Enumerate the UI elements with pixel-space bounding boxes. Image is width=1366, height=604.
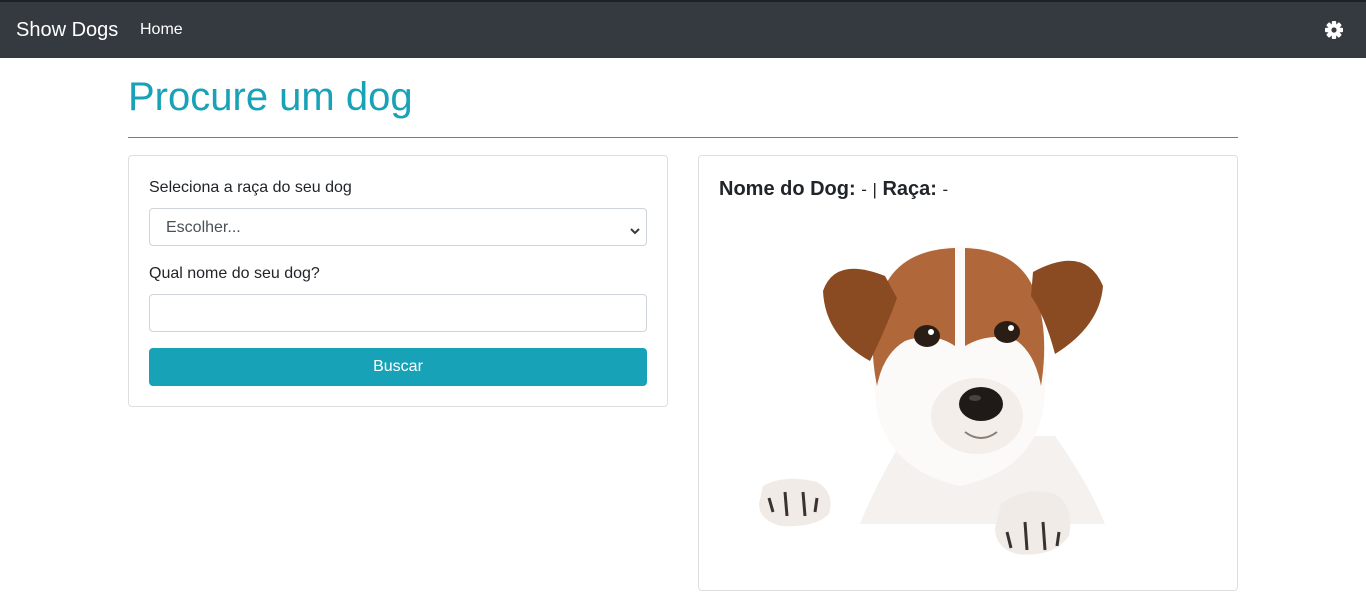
result-summary: Nome do Dog: - | Raça: - (719, 176, 948, 203)
dog-name-label: Qual nome do seu dog? (149, 265, 320, 282)
dog-name-input[interactable] (149, 294, 647, 332)
dog-image (755, 236, 1111, 562)
result-separator: | (872, 180, 877, 199)
breed-select-value: Escolher... (166, 219, 241, 236)
breed-select[interactable]: Escolher... (149, 208, 647, 246)
breed-title: Raça: (882, 178, 937, 200)
title-divider (128, 137, 1238, 138)
breed-value: - (942, 180, 949, 199)
top-navbar: Show Dogs Home (0, 0, 1366, 58)
page-title: Procure um dog (128, 75, 413, 119)
dog-name-value: - (861, 180, 867, 199)
dog-name-title: Nome do Dog: (719, 178, 856, 200)
nav-home-link[interactable]: Home (140, 20, 183, 40)
result-card: Nome do Dog: - | Raça: - (698, 155, 1238, 591)
chevron-down-icon (630, 223, 640, 235)
search-button[interactable]: Buscar (149, 348, 647, 386)
search-form-card: Seleciona a raça do seu dog Escolher... … (128, 155, 668, 407)
gear-icon[interactable] (1324, 20, 1344, 40)
breed-label: Seleciona a raça do seu dog (149, 179, 352, 196)
brand-link[interactable]: Show Dogs (16, 18, 118, 42)
